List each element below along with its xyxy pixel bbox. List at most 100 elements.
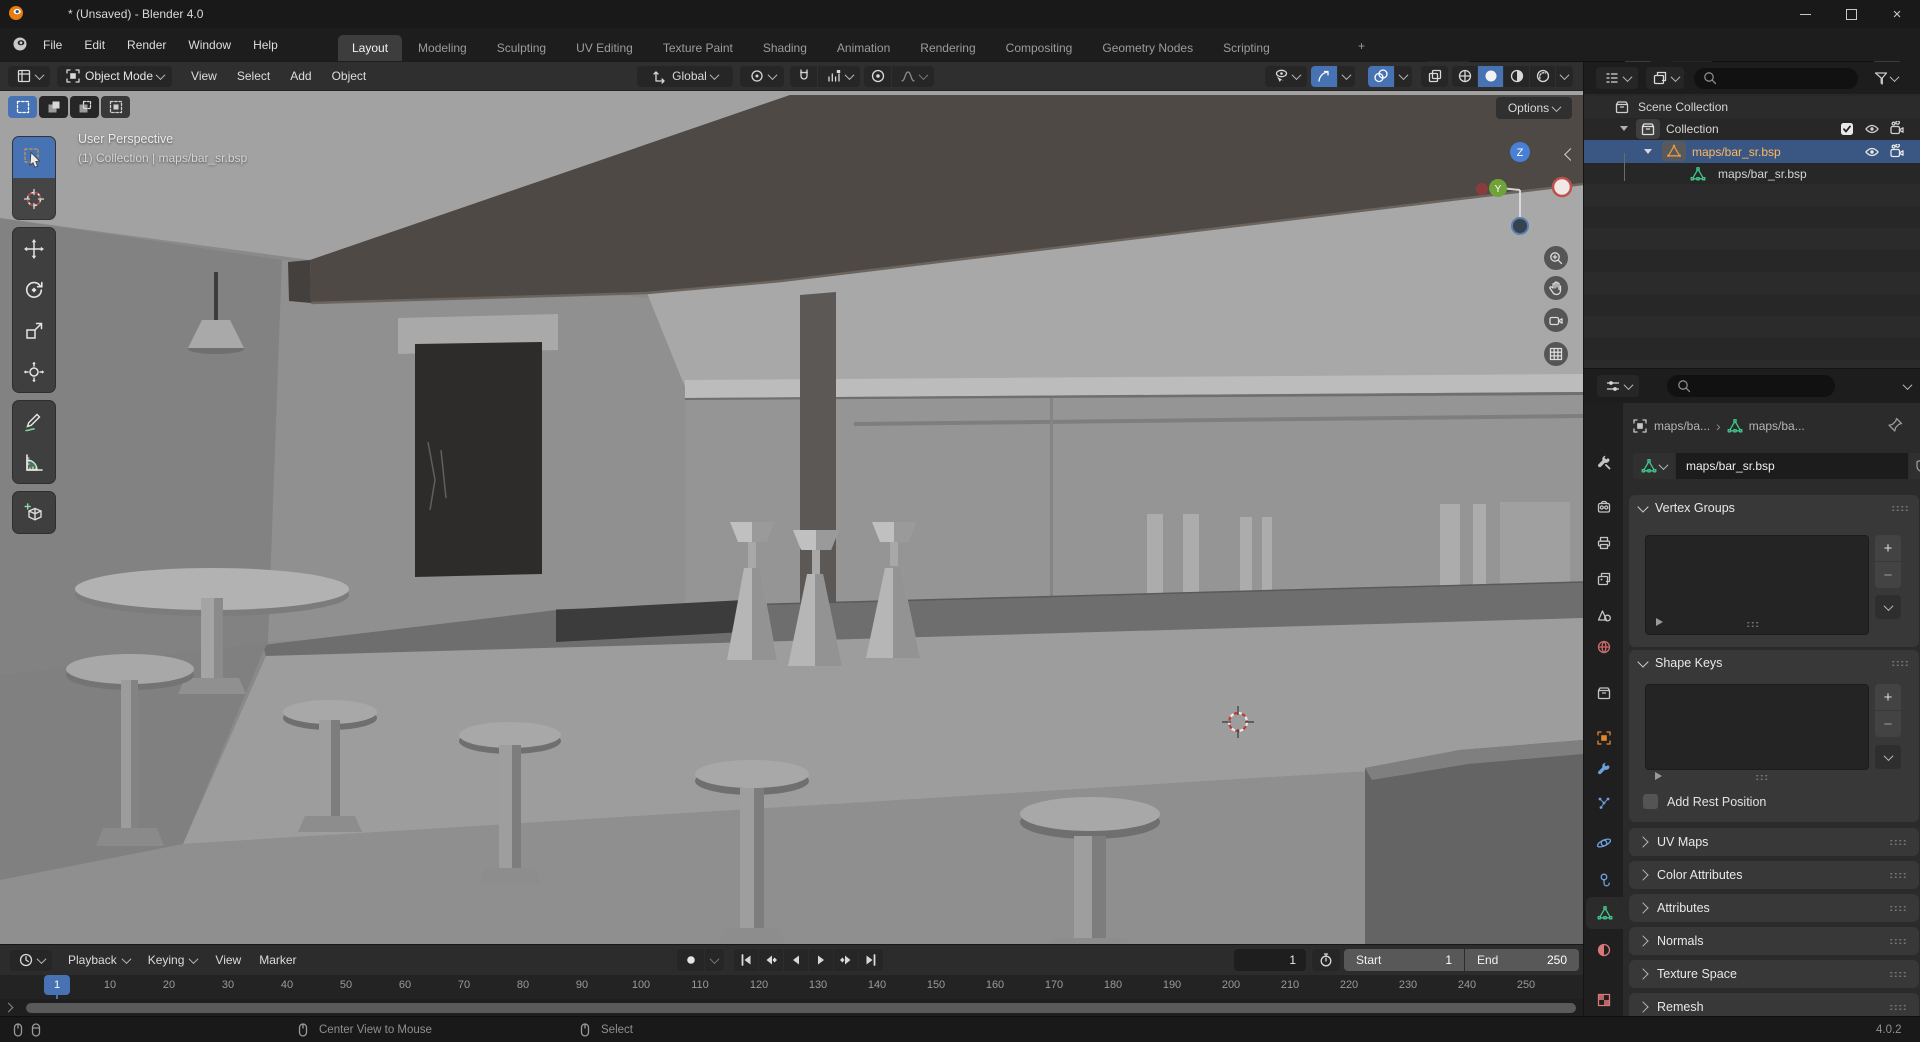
outliner-row-object-selected[interactable]: maps/bar_sr.bsp: [1584, 140, 1920, 163]
menu-render[interactable]: Render: [118, 35, 175, 55]
panel-grip[interactable]: [1891, 505, 1909, 512]
tool-rotate-button[interactable]: [13, 269, 55, 310]
section-color-attributes[interactable]: Color Attributes: [1629, 861, 1919, 889]
xray-toggle[interactable]: [1421, 66, 1448, 87]
workspace-tab-geometry-nodes[interactable]: Geometry Nodes: [1088, 35, 1207, 61]
section-uv-maps[interactable]: UV Maps: [1629, 828, 1919, 856]
outliner-display-mode-button[interactable]: [1646, 67, 1684, 89]
timeline-menu-playback[interactable]: Playback: [60, 949, 138, 971]
pan-button[interactable]: [1544, 276, 1568, 300]
properties-options-dropdown[interactable]: [1895, 375, 1919, 397]
timeline-editor-type-button[interactable]: [10, 950, 52, 971]
timeline-h-scrollbar[interactable]: [26, 1003, 1576, 1013]
zoom-button[interactable]: [1544, 246, 1568, 270]
fake-user-shield-button[interactable]: [1909, 453, 1920, 479]
editor-type-button[interactable]: [8, 66, 50, 87]
outliner-filter-button[interactable]: [1872, 67, 1898, 89]
properties-tab-physics[interactable]: [1584, 827, 1623, 859]
workspace-tab-sculpting[interactable]: Sculpting: [483, 35, 560, 61]
panel-grip[interactable]: [1889, 872, 1907, 879]
list-grip[interactable]: [1755, 774, 1769, 781]
list-expand-icon[interactable]: [1655, 772, 1662, 780]
panel-grip[interactable]: [1889, 971, 1907, 978]
section-normals[interactable]: Normals: [1629, 927, 1919, 955]
gizmo-dropdown[interactable]: [1338, 66, 1355, 87]
tool-select-box-button[interactable]: [13, 137, 55, 178]
vertex-groups-header[interactable]: Vertex Groups: [1629, 495, 1919, 521]
use-preview-range-button[interactable]: [1312, 949, 1340, 971]
properties-tab-modifiers[interactable]: [1584, 754, 1623, 786]
workspace-tab-uv-editing[interactable]: UV Editing: [562, 35, 647, 61]
shape-keys-list[interactable]: [1645, 684, 1869, 770]
hide-eye-toggle[interactable]: [1864, 144, 1880, 160]
menu-window[interactable]: Window: [179, 35, 240, 55]
expand-arrow[interactable]: [1620, 126, 1628, 131]
proportional-editing-toggle[interactable]: [864, 66, 891, 87]
properties-tab-render[interactable]: [1584, 491, 1623, 523]
next-keyframe-button[interactable]: [834, 949, 858, 971]
proportional-falloff-dropdown[interactable]: [892, 66, 934, 87]
panel-grip[interactable]: [1891, 660, 1909, 667]
add-workspace-button[interactable]: +: [1348, 33, 1375, 59]
options-button[interactable]: Options: [1496, 97, 1572, 119]
viewport-menu-view[interactable]: View: [182, 66, 226, 86]
workspace-tab-shading[interactable]: Shading: [749, 35, 821, 61]
tool-cursor-button[interactable]: [13, 178, 55, 219]
frame-start-field[interactable]: Start 1: [1344, 949, 1464, 971]
remove-vertex-group-button[interactable]: −: [1875, 562, 1901, 588]
panel-grip[interactable]: [1889, 839, 1907, 846]
gizmo-z-neg-axis[interactable]: [1512, 218, 1528, 234]
properties-editor-type-button[interactable]: [1597, 375, 1639, 397]
pin-id-icon[interactable]: [1887, 417, 1903, 433]
shading-wireframe-button[interactable]: [1452, 66, 1477, 87]
viewport-menu-select[interactable]: Select: [228, 66, 279, 86]
workspace-tab-rendering[interactable]: Rendering: [906, 35, 989, 61]
jump-to-start-button[interactable]: [734, 949, 758, 971]
tool-annotate-button[interactable]: [13, 401, 55, 442]
play-button[interactable]: [809, 949, 833, 971]
shading-dropdown[interactable]: [1556, 66, 1573, 87]
tool-move-button[interactable]: [13, 228, 55, 269]
properties-tab-material[interactable]: [1584, 934, 1623, 966]
workspace-tab-layout[interactable]: Layout: [338, 35, 402, 61]
keying-dropdown[interactable]: [705, 949, 724, 971]
section-remesh[interactable]: Remesh: [1629, 993, 1919, 1017]
timeline-ruler[interactable]: 1 10203040506070809010011012013014015016…: [0, 975, 1583, 999]
app-menu-icon[interactable]: [12, 36, 28, 52]
gizmo-x-axis[interactable]: [1553, 178, 1571, 196]
close-button[interactable]: ×: [1874, 1, 1920, 27]
breadcrumb-data[interactable]: maps/ba...: [1749, 419, 1805, 433]
tool-add-cube-button[interactable]: [13, 492, 55, 533]
viewport-menu-add[interactable]: Add: [281, 66, 320, 86]
transform-orientation-dropdown[interactable]: Global: [637, 66, 733, 87]
maximize-button[interactable]: [1828, 1, 1874, 27]
menu-help[interactable]: Help: [244, 35, 287, 55]
properties-tab-view-layer[interactable]: [1584, 563, 1623, 595]
list-expand-icon[interactable]: [1656, 618, 1663, 626]
workspace-tab-scripting[interactable]: Scripting: [1209, 35, 1284, 61]
add-rest-position-checkbox[interactable]: [1643, 794, 1658, 809]
timeline-menu-view[interactable]: View: [207, 949, 249, 971]
section-texture-space[interactable]: Texture Space: [1629, 960, 1919, 988]
camera-view-button[interactable]: [1544, 308, 1568, 332]
outliner-editor-type-button[interactable]: [1596, 67, 1638, 89]
menu-file[interactable]: File: [34, 35, 71, 55]
shape-key-specials-button[interactable]: [1875, 745, 1901, 769]
show-gizmo-toggle[interactable]: [1311, 66, 1337, 87]
panel-grip[interactable]: [1889, 938, 1907, 945]
auto-keying-toggle[interactable]: [677, 949, 704, 971]
hide-eye-toggle[interactable]: [1864, 121, 1880, 137]
timeline-menu-keying[interactable]: Keying: [140, 949, 206, 971]
playhead[interactable]: 1: [44, 975, 70, 995]
collection-checkbox[interactable]: [1839, 121, 1855, 137]
gizmo-x-neg-axis[interactable]: [1476, 183, 1488, 195]
outliner-row-collection[interactable]: Collection: [1584, 118, 1920, 140]
shading-material-button[interactable]: [1504, 66, 1529, 87]
workspace-tab-animation[interactable]: Animation: [823, 35, 904, 61]
properties-tab-world[interactable]: [1584, 631, 1623, 663]
render-camera-toggle[interactable]: [1889, 121, 1905, 137]
outliner-row-mesh-data[interactable]: maps/bar_sr.bsp: [1584, 163, 1920, 185]
jump-to-end-button[interactable]: [859, 949, 883, 971]
list-grip[interactable]: [1746, 621, 1760, 628]
panel-grip[interactable]: [1889, 1004, 1907, 1011]
